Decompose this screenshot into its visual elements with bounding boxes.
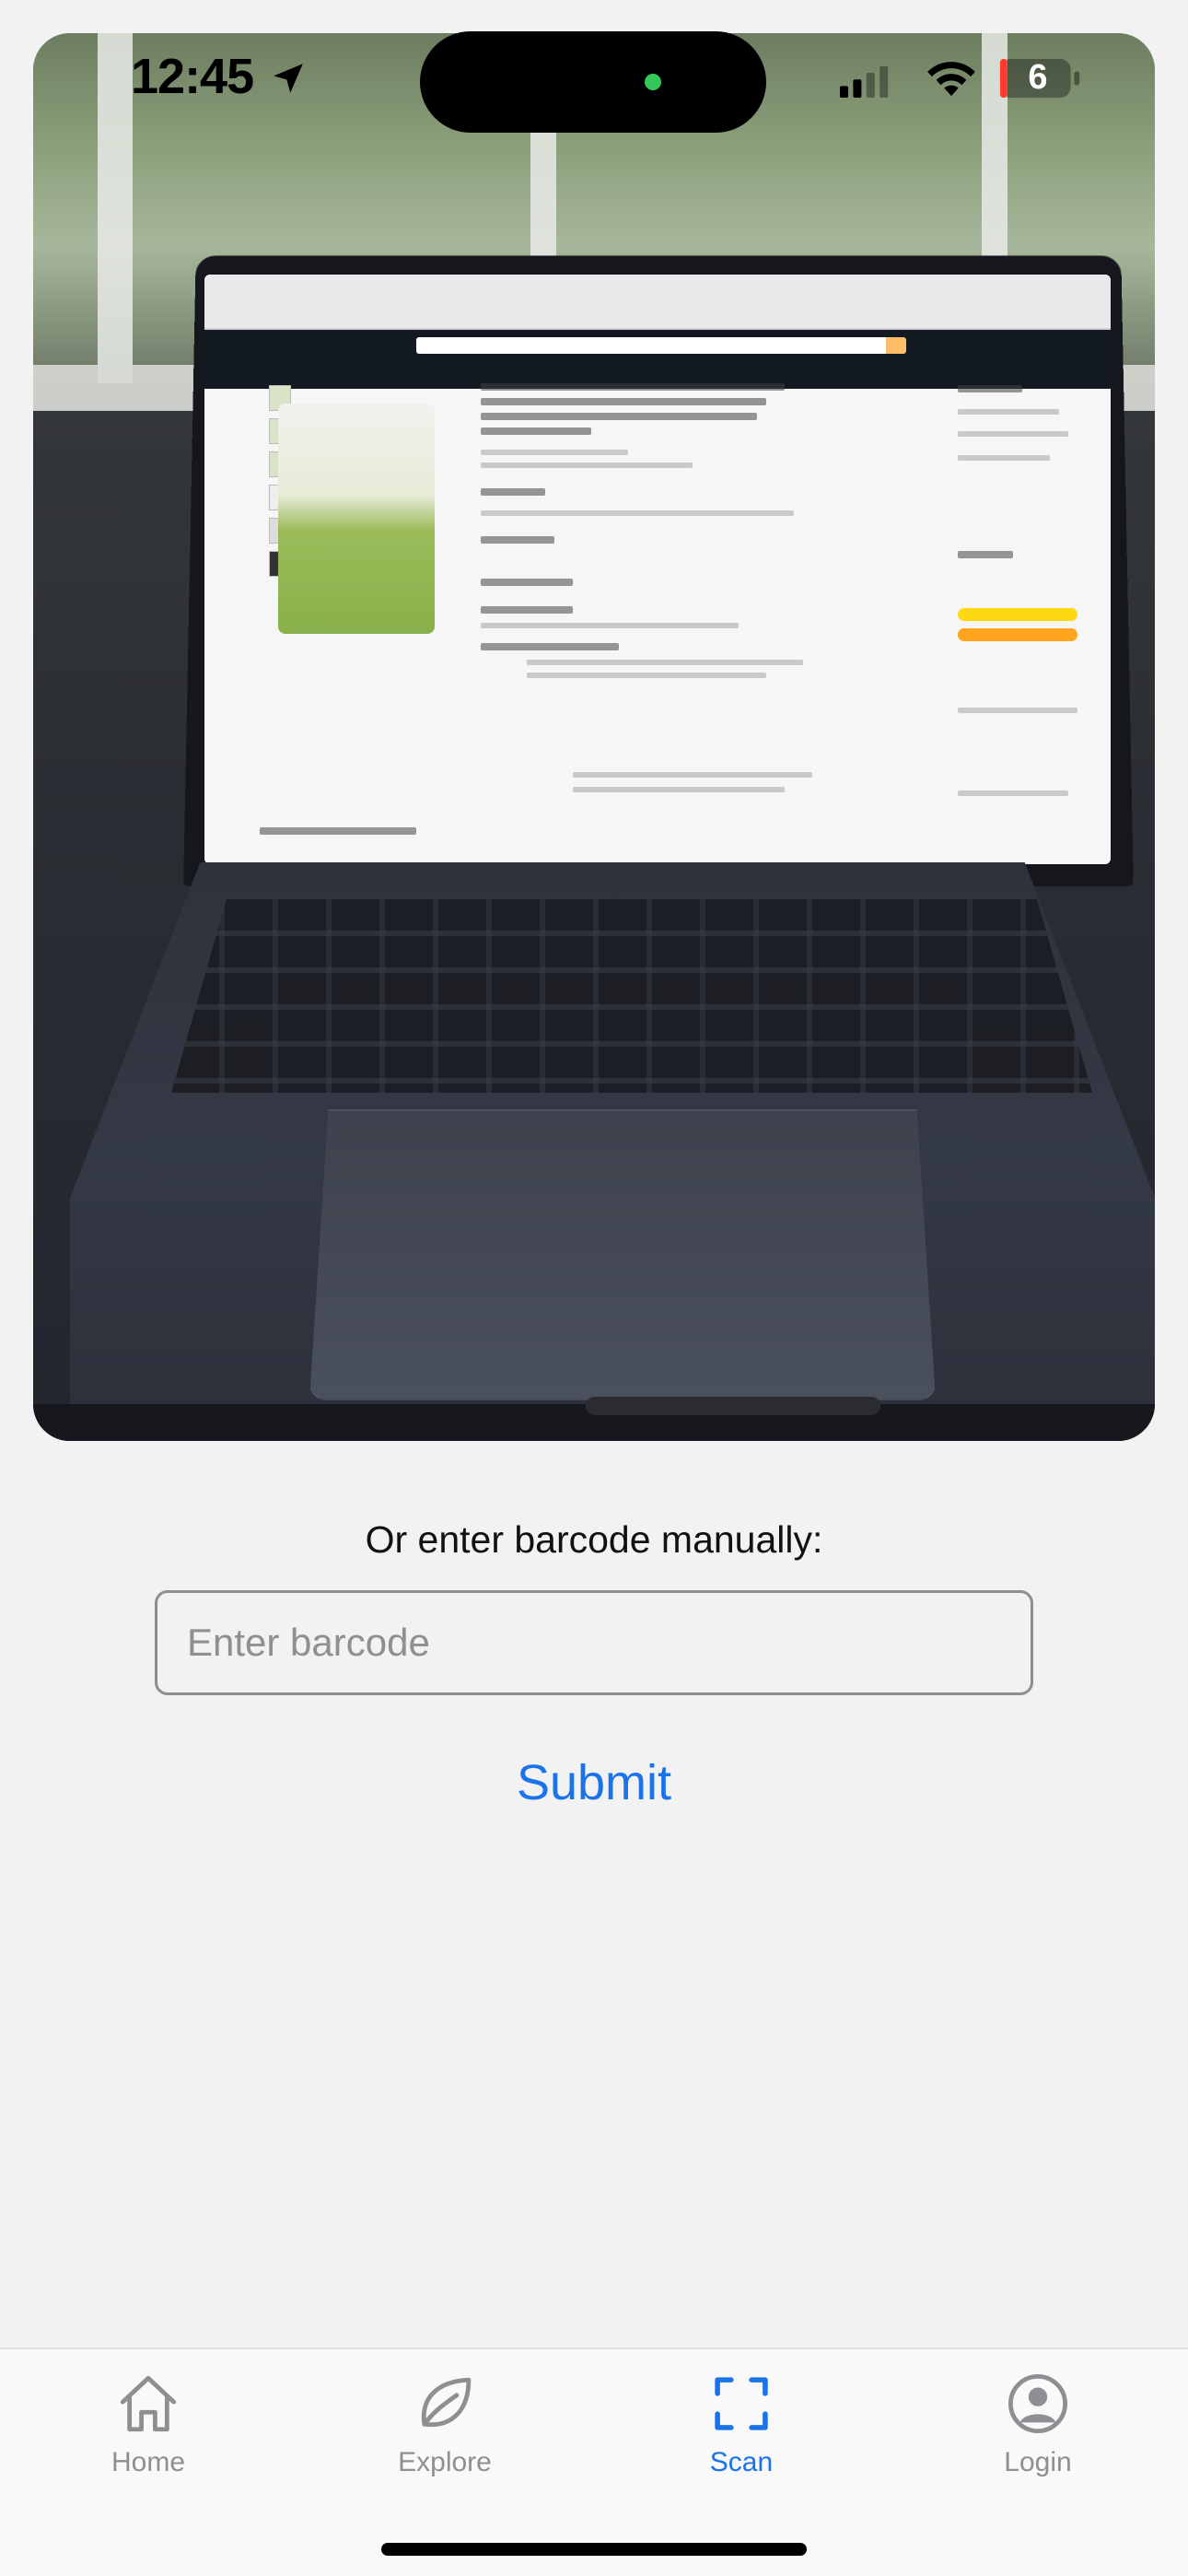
user-circle-icon xyxy=(1007,2373,1068,2434)
camera-in-use-indicator xyxy=(645,74,661,90)
scan-icon xyxy=(715,2377,768,2430)
dynamic-island xyxy=(420,31,766,133)
tab-scan[interactable]: Scan xyxy=(593,2370,890,2517)
location-arrow-icon xyxy=(274,64,303,93)
home-icon xyxy=(120,2375,177,2432)
battery-level: 6 xyxy=(1028,58,1048,97)
tab-explore[interactable]: Explore xyxy=(297,2370,593,2517)
submit-button[interactable]: Submit xyxy=(405,1751,783,1815)
home-indicator xyxy=(381,2543,807,2556)
tab-login[interactable]: Login xyxy=(890,2370,1186,2517)
tab-login-label: Login xyxy=(1004,2447,1072,2477)
manual-entry-label: Or enter barcode manually: xyxy=(365,1518,823,1561)
laptop-trackpad xyxy=(309,1109,936,1400)
leaf-icon xyxy=(421,2377,472,2428)
tab-home[interactable]: Home xyxy=(0,2370,297,2517)
scan-screen: 12:45 6 Or enter barcode manually: Submi… xyxy=(0,0,1188,2576)
status-time: 12:45 xyxy=(131,49,254,104)
camera-preview[interactable] xyxy=(33,33,1155,1441)
signal-icon xyxy=(840,65,889,98)
wifi-icon xyxy=(927,62,975,97)
tab-home-label: Home xyxy=(111,2447,186,2477)
laptop-screen-content xyxy=(204,275,1111,864)
barcode-input[interactable] xyxy=(155,1590,1033,1695)
tab-scan-label: Scan xyxy=(709,2447,774,2477)
tab-bar: Home Explore Scan Login xyxy=(0,2348,1188,2576)
tab-explore-label: Explore xyxy=(398,2447,492,2477)
status-bar: 12:45 6 xyxy=(0,0,1188,147)
